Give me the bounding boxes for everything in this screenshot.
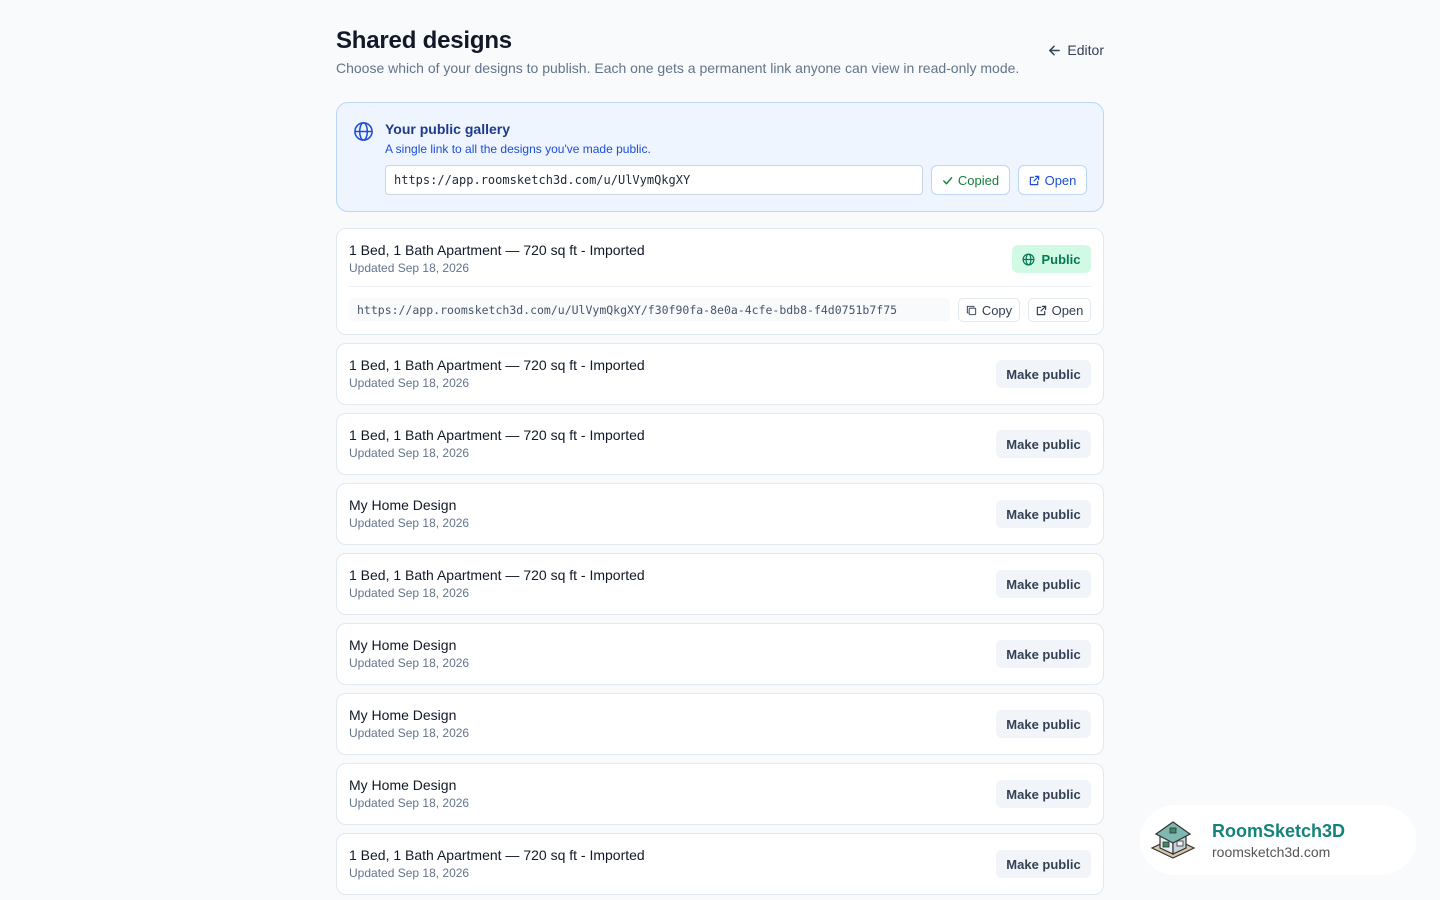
- design-updated: Updated Sep 18, 2026: [349, 261, 470, 275]
- design-card: 1 Bed, 1 Bath Apartment — 720 sq ft - Im…: [336, 553, 1104, 615]
- brand-badge[interactable]: RoomSketch3D roomsketch3d.com: [1140, 805, 1416, 875]
- external-link-icon: [1036, 305, 1046, 315]
- open-design-label: Open: [1051, 302, 1084, 318]
- design-updated: Updated Sep 18, 2026: [349, 866, 470, 880]
- make-public-button[interactable]: Make public: [996, 710, 1091, 738]
- make-public-button[interactable]: Make public: [996, 500, 1091, 528]
- card-divider: [349, 286, 1091, 287]
- design-updated: Updated Sep 18, 2026: [349, 446, 470, 460]
- open-gallery-label: Open: [1044, 172, 1077, 188]
- design-name: My Home Design: [349, 497, 457, 513]
- editor-link-label: Editor: [1067, 42, 1104, 58]
- design-card: 1 Bed, 1 Bath Apartment — 720 sq ft - Im…: [336, 833, 1104, 895]
- copy-label: Copy: [981, 302, 1013, 318]
- shared-designs-page: Shared designs Choose which of your desi…: [336, 26, 1104, 895]
- external-link-icon: [1029, 175, 1039, 185]
- gallery-title: Your public gallery: [385, 121, 510, 137]
- copy-link-button[interactable]: Copy: [958, 298, 1020, 322]
- page-header: Shared designs Choose which of your desi…: [336, 26, 1104, 76]
- design-name: 1 Bed, 1 Bath Apartment — 720 sq ft - Im…: [349, 847, 645, 863]
- brand-name: RoomSketch3D: [1212, 821, 1346, 841]
- public-toggle-button[interactable]: Public: [1012, 245, 1091, 273]
- design-updated: Updated Sep 18, 2026: [349, 796, 470, 810]
- make-public-button[interactable]: Make public: [996, 780, 1091, 808]
- copy-icon: [966, 305, 976, 315]
- design-card: 1 Bed, 1 Bath Apartment — 720 sq ft - Im…: [336, 228, 1104, 335]
- copied-button[interactable]: Copied: [931, 165, 1010, 195]
- design-updated: Updated Sep 18, 2026: [349, 656, 470, 670]
- design-card: My Home Design Updated Sep 18, 2026 Make…: [336, 483, 1104, 545]
- design-card: My Home Design Updated Sep 18, 2026 Make…: [336, 693, 1104, 755]
- open-gallery-button[interactable]: Open: [1018, 165, 1087, 195]
- gallery-description: A single link to all the designs you've …: [385, 142, 651, 156]
- copied-label: Copied: [957, 172, 1000, 188]
- public-gallery-panel: Your public gallery A single link to all…: [336, 102, 1104, 212]
- design-updated: Updated Sep 18, 2026: [349, 726, 470, 740]
- public-status-label: Public: [1041, 251, 1081, 267]
- page-subtitle: Choose which of your designs to publish.…: [336, 60, 1020, 76]
- make-public-button[interactable]: Make public: [996, 640, 1091, 668]
- make-public-button[interactable]: Make public: [996, 850, 1091, 878]
- design-updated: Updated Sep 18, 2026: [349, 516, 470, 530]
- page-title: Shared designs: [336, 27, 512, 54]
- design-name: My Home Design: [349, 777, 457, 793]
- design-card: My Home Design Updated Sep 18, 2026 Make…: [336, 763, 1104, 825]
- design-name: 1 Bed, 1 Bath Apartment — 720 sq ft - Im…: [349, 427, 645, 443]
- gallery-url-field[interactable]: https://app.roomsketch3d.com/u/UlVymQkgX…: [385, 165, 923, 195]
- design-name: 1 Bed, 1 Bath Apartment — 720 sq ft - Im…: [349, 357, 645, 373]
- make-public-button[interactable]: Make public: [996, 430, 1091, 458]
- design-share-url[interactable]: https://app.roomsketch3d.com/u/UlVymQkgX…: [349, 298, 950, 322]
- design-card: 1 Bed, 1 Bath Apartment — 720 sq ft - Im…: [336, 413, 1104, 475]
- design-card: My Home Design Updated Sep 18, 2026 Make…: [336, 623, 1104, 685]
- design-updated: Updated Sep 18, 2026: [349, 586, 470, 600]
- brand-url: roomsketch3d.com: [1212, 844, 1331, 860]
- arrow-left-icon: [1049, 45, 1061, 55]
- make-public-button[interactable]: Make public: [996, 360, 1091, 388]
- globe-icon: [354, 122, 373, 141]
- design-name: My Home Design: [349, 707, 457, 723]
- check-icon: [942, 176, 953, 184]
- design-name: 1 Bed, 1 Bath Apartment — 720 sq ft - Im…: [349, 567, 645, 583]
- design-name: My Home Design: [349, 637, 457, 653]
- design-updated: Updated Sep 18, 2026: [349, 376, 470, 390]
- house-logo-icon: [1150, 821, 1196, 859]
- back-to-editor-link[interactable]: Editor: [1048, 42, 1104, 58]
- make-public-button[interactable]: Make public: [996, 570, 1091, 598]
- design-card: 1 Bed, 1 Bath Apartment — 720 sq ft - Im…: [336, 343, 1104, 405]
- globe-icon: [1022, 253, 1035, 265]
- design-name: 1 Bed, 1 Bath Apartment — 720 sq ft - Im…: [349, 242, 645, 258]
- open-design-button[interactable]: Open: [1028, 298, 1091, 322]
